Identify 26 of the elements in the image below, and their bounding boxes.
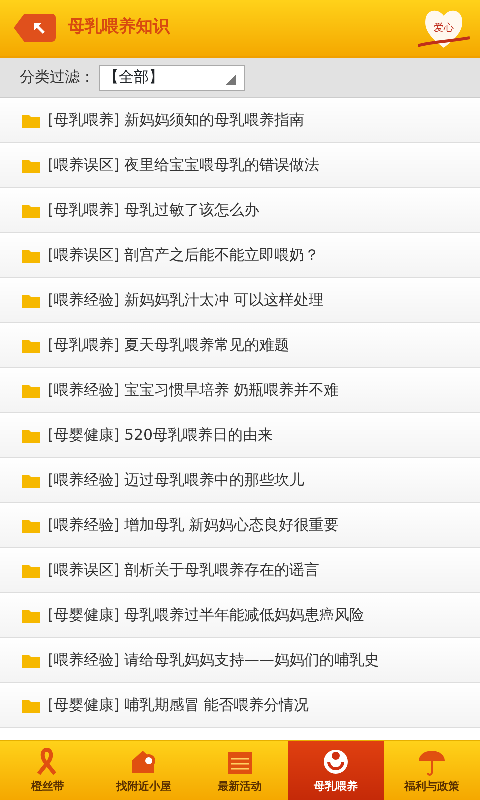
folder-icon	[22, 382, 40, 398]
folder-icon	[22, 292, 40, 308]
back-button[interactable]	[14, 14, 56, 42]
folder-icon	[22, 202, 40, 218]
filter-label: 分类过滤：	[20, 67, 95, 88]
folder-icon	[22, 652, 40, 668]
folder-icon	[22, 112, 40, 128]
events-tab[interactable]: 最新活动	[192, 741, 288, 800]
folder-icon	[22, 472, 40, 488]
folder-icon	[22, 562, 40, 578]
nav-tab[interactable]: 福利与政策	[384, 741, 480, 800]
nav-tab[interactable]: 找附近小屋	[96, 741, 192, 800]
folder-icon	[22, 338, 40, 352]
category-dropdown[interactable]: 【全部】	[99, 64, 245, 90]
page-title: 母乳喂养知识	[68, 16, 170, 40]
folder-icon	[22, 428, 40, 442]
folder-icon	[22, 608, 40, 622]
back-arrow-icon	[31, 20, 47, 36]
dropdown-corner-icon	[226, 74, 236, 84]
folder-icon	[22, 248, 40, 262]
folder-icon	[22, 698, 40, 712]
folder-icon	[22, 158, 40, 172]
nav-tab[interactable]: 母乳喂养	[288, 741, 384, 800]
folder-icon	[22, 518, 40, 532]
nav-tab[interactable]: 橙丝带	[0, 741, 96, 800]
logo-text: 爱心	[434, 22, 454, 36]
